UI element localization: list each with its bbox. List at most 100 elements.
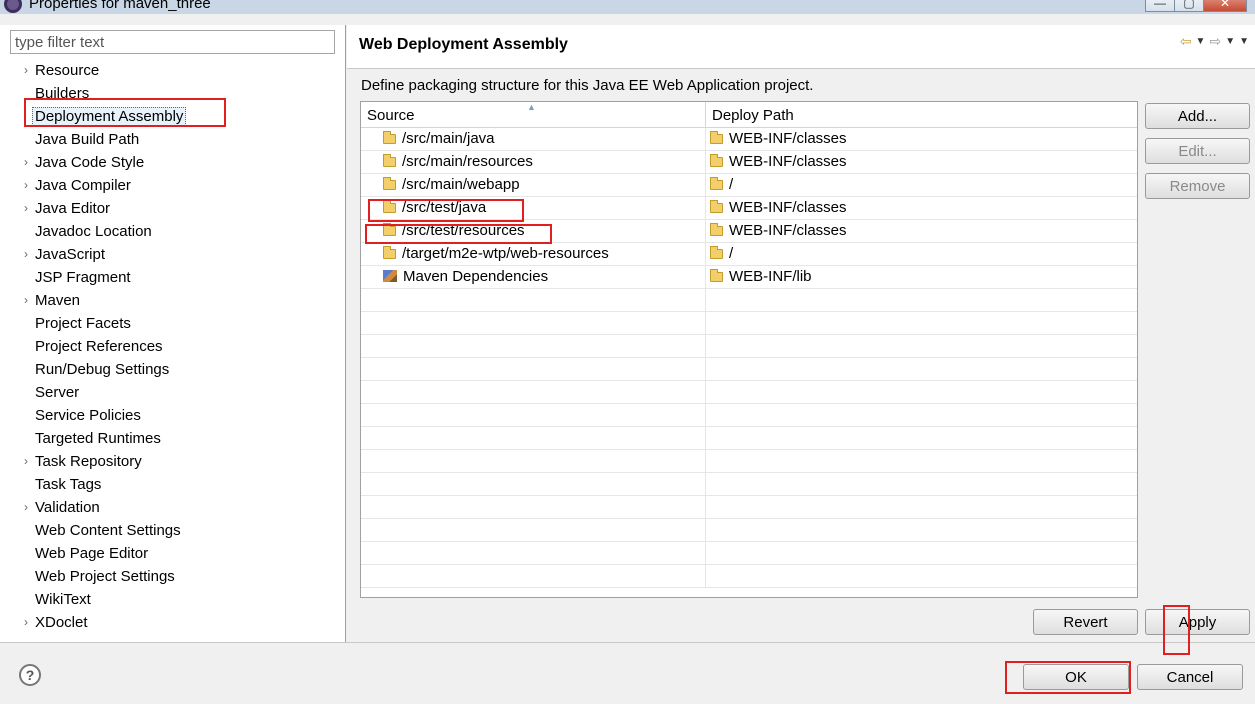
- deploy-path: WEB-INF/classes: [729, 153, 847, 170]
- minimize-button[interactable]: —: [1145, 0, 1175, 12]
- chevron-right-icon[interactable]: ›: [21, 59, 31, 82]
- chevron-right-icon[interactable]: ›: [21, 174, 31, 197]
- tree-item[interactable]: Web Project Settings: [0, 565, 186, 588]
- forward-arrow-icon[interactable]: ⇨: [1209, 33, 1221, 50]
- view-menu-icon[interactable]: ▼: [1239, 36, 1249, 47]
- edit-button[interactable]: Edit...: [1145, 138, 1250, 164]
- maximize-button[interactable]: ▢: [1174, 0, 1204, 12]
- empty-table-row: [361, 289, 1137, 312]
- tree-item[interactable]: › XDoclet: [0, 611, 186, 634]
- revert-button[interactable]: Revert: [1033, 609, 1138, 635]
- folder-icon: [710, 131, 723, 144]
- empty-cell: [361, 358, 706, 380]
- folder-icon: [383, 154, 396, 167]
- chevron-right-icon[interactable]: ›: [21, 611, 31, 634]
- chevron-right-icon[interactable]: ›: [21, 289, 31, 312]
- source-path: /target/m2e-wtp/web-resources: [402, 245, 609, 262]
- help-icon[interactable]: ?: [19, 664, 41, 686]
- table-row[interactable]: /src/main/java WEB-INF/classes: [361, 128, 1137, 151]
- tree-item[interactable]: Run/Debug Settings: [0, 358, 186, 381]
- empty-table-row: [361, 496, 1137, 519]
- back-arrow-icon[interactable]: ⇦: [1180, 33, 1192, 50]
- deploy-path-cell: /: [706, 243, 1137, 265]
- chevron-right-icon[interactable]: ›: [21, 243, 31, 266]
- deploy-path: /: [729, 176, 734, 193]
- folder-icon: [383, 177, 396, 190]
- eclipse-icon: [4, 0, 22, 13]
- empty-cell: [361, 542, 706, 564]
- empty-cell: [361, 519, 706, 541]
- tree-item-label: Project Facets: [35, 315, 131, 332]
- table-row[interactable]: /target/m2e-wtp/web-resources /: [361, 243, 1137, 266]
- source-path: /src/main/webapp: [402, 176, 520, 193]
- empty-cell: [706, 542, 1137, 564]
- tree-item[interactable]: › Validation: [0, 496, 186, 519]
- chevron-right-icon[interactable]: ›: [21, 151, 31, 174]
- table-row[interactable]: /src/test/resources WEB-INF/classes: [361, 220, 1137, 243]
- title-bar: Properties for maven_three — ▢ ✕: [0, 0, 1255, 14]
- empty-cell: [706, 289, 1137, 311]
- filter-input[interactable]: [10, 30, 335, 54]
- chevron-right-icon[interactable]: ›: [21, 496, 31, 519]
- close-button[interactable]: ✕: [1203, 0, 1247, 12]
- deploy-path: WEB-INF/classes: [729, 199, 847, 216]
- column-header-deploy-path[interactable]: Deploy Path: [706, 102, 1137, 128]
- tree-item[interactable]: WikiText: [0, 588, 186, 611]
- tree-item[interactable]: Targeted Runtimes: [0, 427, 186, 450]
- tree-item[interactable]: Web Content Settings: [0, 519, 186, 542]
- tree-item[interactable]: Service Policies: [0, 404, 186, 427]
- tree-item[interactable]: › Java Code Style: [0, 151, 186, 174]
- tree-item[interactable]: › Maven: [0, 289, 186, 312]
- dialog-separator: [0, 642, 1255, 643]
- tree-item[interactable]: Java Build Path: [0, 128, 186, 151]
- empty-cell: [361, 404, 706, 426]
- tree-item[interactable]: Server: [0, 381, 186, 404]
- tree-item[interactable]: Builders: [0, 82, 186, 105]
- forward-dropdown-icon[interactable]: ▼: [1225, 36, 1235, 47]
- chevron-right-icon[interactable]: ›: [21, 197, 31, 220]
- deploy-path-cell: WEB-INF/lib: [706, 266, 1137, 288]
- back-dropdown-icon[interactable]: ▼: [1196, 36, 1206, 47]
- add-button[interactable]: Add...: [1145, 103, 1250, 129]
- tree-item[interactable]: › Resource: [0, 59, 186, 82]
- tree-item[interactable]: Web Page Editor: [0, 542, 186, 565]
- window-title: Properties for maven_three: [29, 0, 211, 12]
- folder-icon: [710, 154, 723, 167]
- tree-item[interactable]: › Java Editor: [0, 197, 186, 220]
- tree-item-label: Web Project Settings: [35, 568, 175, 585]
- cancel-button[interactable]: Cancel: [1137, 664, 1243, 690]
- tree-item[interactable]: Project References: [0, 335, 186, 358]
- tree-item-label: Task Repository: [35, 453, 142, 470]
- table-row[interactable]: Maven Dependencies WEB-INF/lib: [361, 266, 1137, 289]
- tree-item-label: JavaScript: [35, 246, 106, 263]
- tree-item[interactable]: Javadoc Location: [0, 220, 186, 243]
- table-row[interactable]: /src/main/resources WEB-INF/classes: [361, 151, 1137, 174]
- remove-button[interactable]: Remove: [1145, 173, 1250, 199]
- table-row[interactable]: /src/main/webapp /: [361, 174, 1137, 197]
- table-row[interactable]: /src/test/java WEB-INF/classes: [361, 197, 1137, 220]
- tree-item-label: Resource: [35, 62, 100, 79]
- tree-item[interactable]: › JavaScript: [0, 243, 186, 266]
- empty-cell: [361, 312, 706, 334]
- deploy-path-cell: WEB-INF/classes: [706, 220, 1137, 242]
- empty-cell: [361, 496, 706, 518]
- folder-icon: [710, 269, 723, 282]
- ok-button[interactable]: OK: [1023, 664, 1129, 690]
- column-header-source[interactable]: ▲ Source: [361, 102, 706, 128]
- folder-icon: [383, 200, 396, 213]
- apply-button[interactable]: Apply: [1145, 609, 1250, 635]
- tree-item[interactable]: Task Tags: [0, 473, 186, 496]
- tree-item[interactable]: Project Facets: [0, 312, 186, 335]
- tree-item[interactable]: › Java Compiler: [0, 174, 186, 197]
- deployment-assembly-table[interactable]: ▲ Source Deploy Path /src/main/java WEB-I…: [360, 101, 1138, 598]
- tree-item[interactable]: JSP Fragment: [0, 266, 186, 289]
- tree-item[interactable]: Deployment Assembly: [0, 105, 187, 128]
- source-path: /src/main/resources: [402, 153, 533, 170]
- empty-cell: [361, 565, 706, 587]
- source-cell: /src/main/webapp: [361, 174, 706, 196]
- empty-cell: [361, 473, 706, 495]
- chevron-right-icon[interactable]: ›: [21, 450, 31, 473]
- empty-cell: [706, 427, 1137, 449]
- tree-item-label: Deployment Assembly: [32, 107, 187, 126]
- tree-item[interactable]: › Task Repository: [0, 450, 186, 473]
